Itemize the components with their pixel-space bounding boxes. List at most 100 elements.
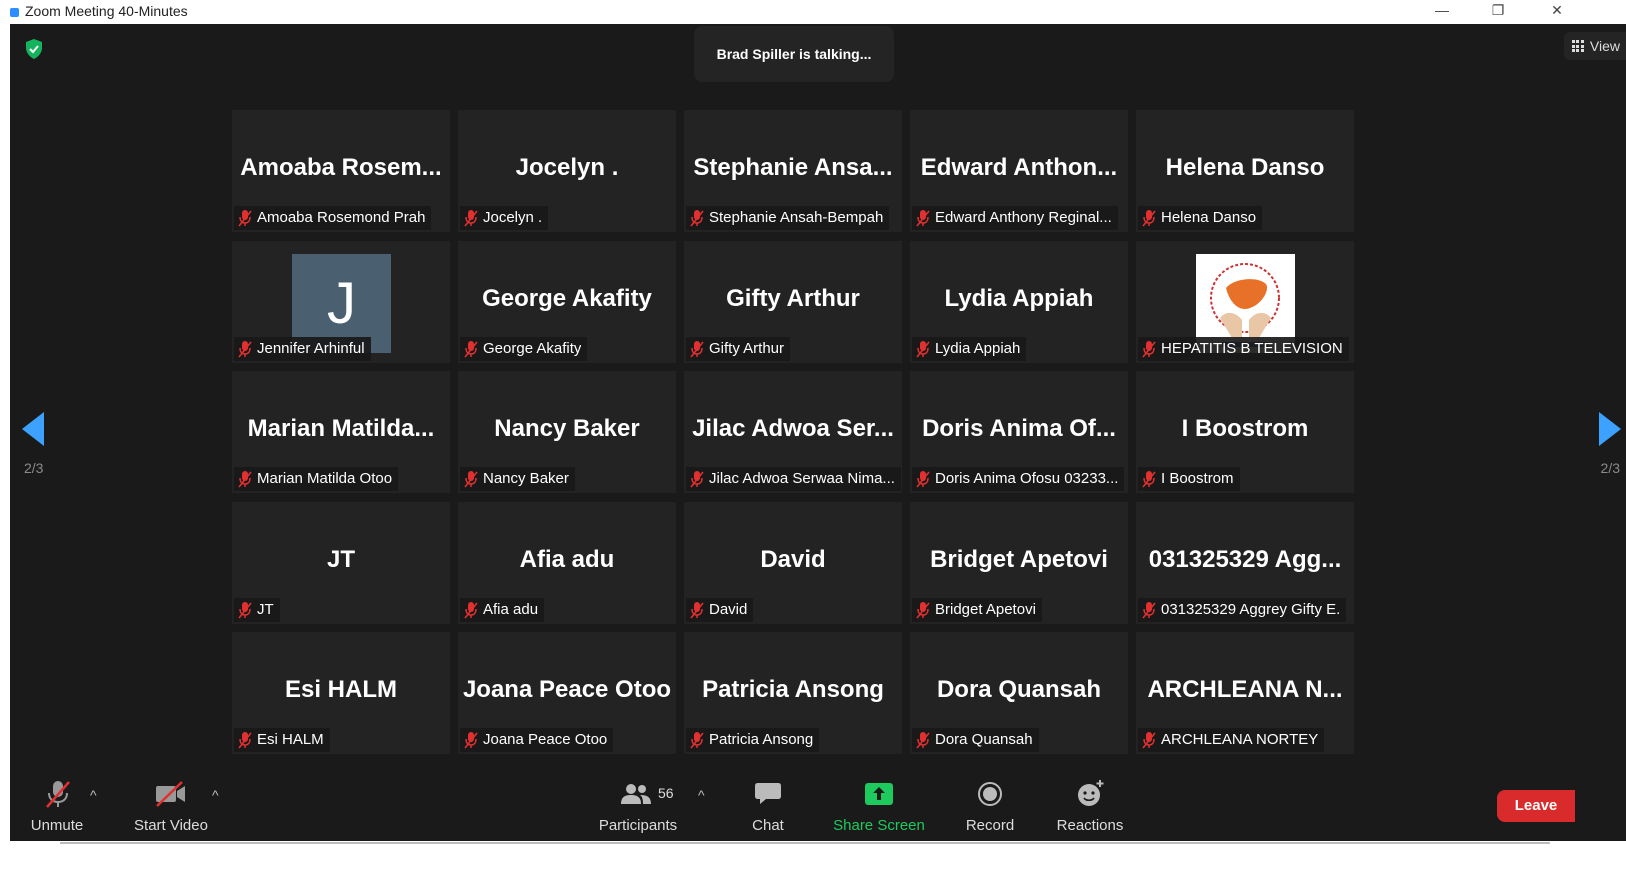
video-off-icon: [156, 781, 185, 807]
participant-tile[interactable]: Afia adu Afia adu: [458, 501, 676, 624]
participant-display-name: JT: [326, 545, 355, 573]
previous-page-arrow-icon[interactable]: [22, 412, 44, 446]
record-button[interactable]: Record: [960, 771, 1020, 841]
chat-button[interactable]: Chat: [738, 771, 798, 841]
participant-tile[interactable]: Amoaba Rosem... Amoaba Rosemond Prah: [232, 110, 450, 232]
video-options-caret-icon[interactable]: ^: [212, 787, 219, 803]
participant-name: HEPATITIS B TELEVISION: [1161, 339, 1343, 357]
share-screen-label: Share Screen: [833, 817, 925, 834]
participant-tile[interactable]: JT JT: [232, 501, 450, 624]
participant-tile[interactable]: Bridget Apetovi Bridget Apetovi: [910, 501, 1128, 624]
muted-microphone-icon: [916, 601, 930, 619]
participant-display-name: ARCHLEANA N...: [1147, 676, 1343, 703]
restore-button[interactable]: ❐: [1478, 0, 1518, 22]
participant-tile[interactable]: I Boostrom I Boostrom: [1136, 371, 1354, 493]
participant-display-name: Esi HALM: [284, 676, 397, 703]
participant-name-tag: Gifty Arthur: [686, 336, 791, 361]
participants-label: Participants: [598, 817, 678, 834]
participant-tile[interactable]: Esi HALM Esi HALM: [232, 632, 450, 754]
participant-display-name: Patricia Ansong: [702, 676, 884, 703]
participant-tile[interactable]: Joana Peace Otoo Joana Peace Otoo: [458, 632, 676, 754]
participant-tile[interactable]: 031325329 Agg... 031325329 Aggrey Gifty E…: [1136, 501, 1354, 624]
participant-tile[interactable]: ARCHLEANA N... ARCHLEANA NORTEY: [1136, 632, 1354, 754]
participant-tile[interactable]: Jocelyn . Jocelyn .: [458, 110, 676, 232]
muted-microphone-icon: [690, 731, 704, 749]
muted-microphone-icon: [1142, 340, 1156, 358]
participants-options-caret-icon[interactable]: ^: [698, 787, 705, 803]
participant-name: Dora Quansah: [935, 731, 1033, 748]
participant-display-name: Marian Matilda...: [247, 415, 435, 442]
audio-options-caret-icon[interactable]: ^: [90, 787, 97, 803]
window-title: Zoom Meeting 40-Minutes: [25, 3, 188, 19]
participant-name-tag: Amoaba Rosemond Prah: [234, 206, 432, 230]
muted-microphone-icon: [1142, 601, 1156, 619]
participant-name: Amoaba Rosemond Prah: [257, 209, 426, 226]
muted-microphone-icon: [464, 601, 478, 619]
participant-name-tag: George Akafity: [460, 336, 588, 361]
participant-tile[interactable]: George Akafity George Akafity: [458, 240, 676, 363]
participant-tile[interactable]: Gifty Arthur Gifty Arthur: [684, 240, 902, 363]
reactions-button[interactable]: Reactions: [1052, 771, 1128, 841]
participant-display-name: I Boostrom: [1181, 415, 1309, 442]
participant-name-tag: 031325329 Aggrey Gifty E.: [1138, 597, 1347, 622]
muted-microphone-icon: [238, 209, 252, 227]
participants-count: 56: [658, 785, 674, 801]
gallery-grid: Amoaba Rosem... Amoaba Rosemond Prah Jocel…: [232, 110, 1356, 756]
participant-tile[interactable]: Jilac Adwoa Ser... Jilac Adwoa Serwaa Nim…: [684, 371, 902, 493]
muted-microphone-icon: [916, 340, 930, 358]
muted-microphone-icon: [690, 340, 704, 358]
participant-display-name: George Akafity: [482, 284, 652, 312]
muted-microphone-icon: [1142, 209, 1156, 227]
scroll-track: [60, 842, 1550, 844]
participant-tile[interactable]: J Jennifer Arhinful: [232, 240, 450, 363]
minimize-button[interactable]: —: [1422, 0, 1462, 22]
participant-name: Jocelyn .: [483, 209, 543, 226]
active-speaker-banner: Brad Spiller is talking...: [694, 26, 894, 82]
muted-microphone-icon: [464, 731, 478, 749]
participant-name: Bridget Apetovi: [935, 600, 1036, 618]
participant-tile[interactable]: Stephanie Ansa... Stephanie Ansah-Bempah: [684, 110, 902, 232]
encryption-shield-icon[interactable]: [24, 38, 44, 60]
participant-display-name: Dora Quansah: [936, 676, 1102, 703]
reactions-label: Reactions: [1056, 817, 1124, 834]
participant-tile[interactable]: Patricia Ansong Patricia Ansong: [684, 632, 902, 754]
participant-name-tag: Afia adu: [460, 597, 545, 622]
participant-name-tag: Stephanie Ansah-Bempah: [686, 206, 890, 230]
participant-name-tag: David: [686, 597, 754, 622]
participant-display-name: David: [760, 545, 826, 573]
participants-button[interactable]: 56 Participants: [590, 771, 686, 841]
participant-name-tag: Dora Quansah: [912, 728, 1039, 752]
muted-microphone-icon: [916, 209, 930, 227]
unmute-button[interactable]: Unmute: [22, 771, 92, 841]
participant-tile[interactable]: Dora Quansah Dora Quansah: [910, 632, 1128, 754]
participant-tile[interactable]: Edward Anthon... Edward Anthony Reginal..…: [910, 110, 1128, 232]
participant-tile[interactable]: Helena Danso Helena Danso: [1136, 110, 1354, 232]
close-button[interactable]: ✕: [1537, 0, 1577, 22]
participant-tile[interactable]: Marian Matilda... Marian Matilda Otoo: [232, 371, 450, 493]
participant-name: Edward Anthony Reginal...: [935, 209, 1112, 226]
start-video-button[interactable]: Start Video: [128, 771, 214, 841]
participant-name-tag: JT: [234, 597, 280, 622]
zoom-app-icon: [10, 8, 19, 17]
participant-tile[interactable]: Lydia Appiah Lydia Appiah: [910, 240, 1128, 363]
next-page-arrow-icon[interactable]: [1599, 412, 1621, 446]
participant-display-name: Nancy Baker: [494, 415, 640, 442]
muted-microphone-icon: [916, 470, 930, 488]
bottom-strip: [0, 841, 1626, 872]
participant-name-tag: Patricia Ansong: [686, 728, 820, 752]
participant-tile[interactable]: HEPATITIS B TELEVISION: [1136, 240, 1354, 363]
participant-tile[interactable]: Nancy Baker Nancy Baker: [458, 371, 676, 493]
view-button[interactable]: View: [1563, 32, 1626, 60]
participant-name: David: [709, 600, 748, 618]
leave-button[interactable]: Leave: [1497, 790, 1575, 822]
participant-name: 031325329 Aggrey Gifty E.: [1161, 600, 1341, 618]
participant-name-tag: I Boostrom: [1138, 467, 1240, 491]
participant-display-name: Doris Anima Of...: [922, 415, 1116, 442]
participant-name-tag: Jennifer Arhinful: [234, 336, 371, 361]
participant-name: Patricia Ansong: [709, 731, 814, 748]
participant-name-tag: Edward Anthony Reginal...: [912, 206, 1118, 230]
participant-tile[interactable]: David David: [684, 501, 902, 624]
page-indicator-right: 2/3: [1600, 460, 1620, 476]
share-screen-button[interactable]: Share Screen: [830, 771, 928, 841]
participant-tile[interactable]: Doris Anima Of... Doris Anima Ofosu 03233…: [910, 371, 1128, 493]
